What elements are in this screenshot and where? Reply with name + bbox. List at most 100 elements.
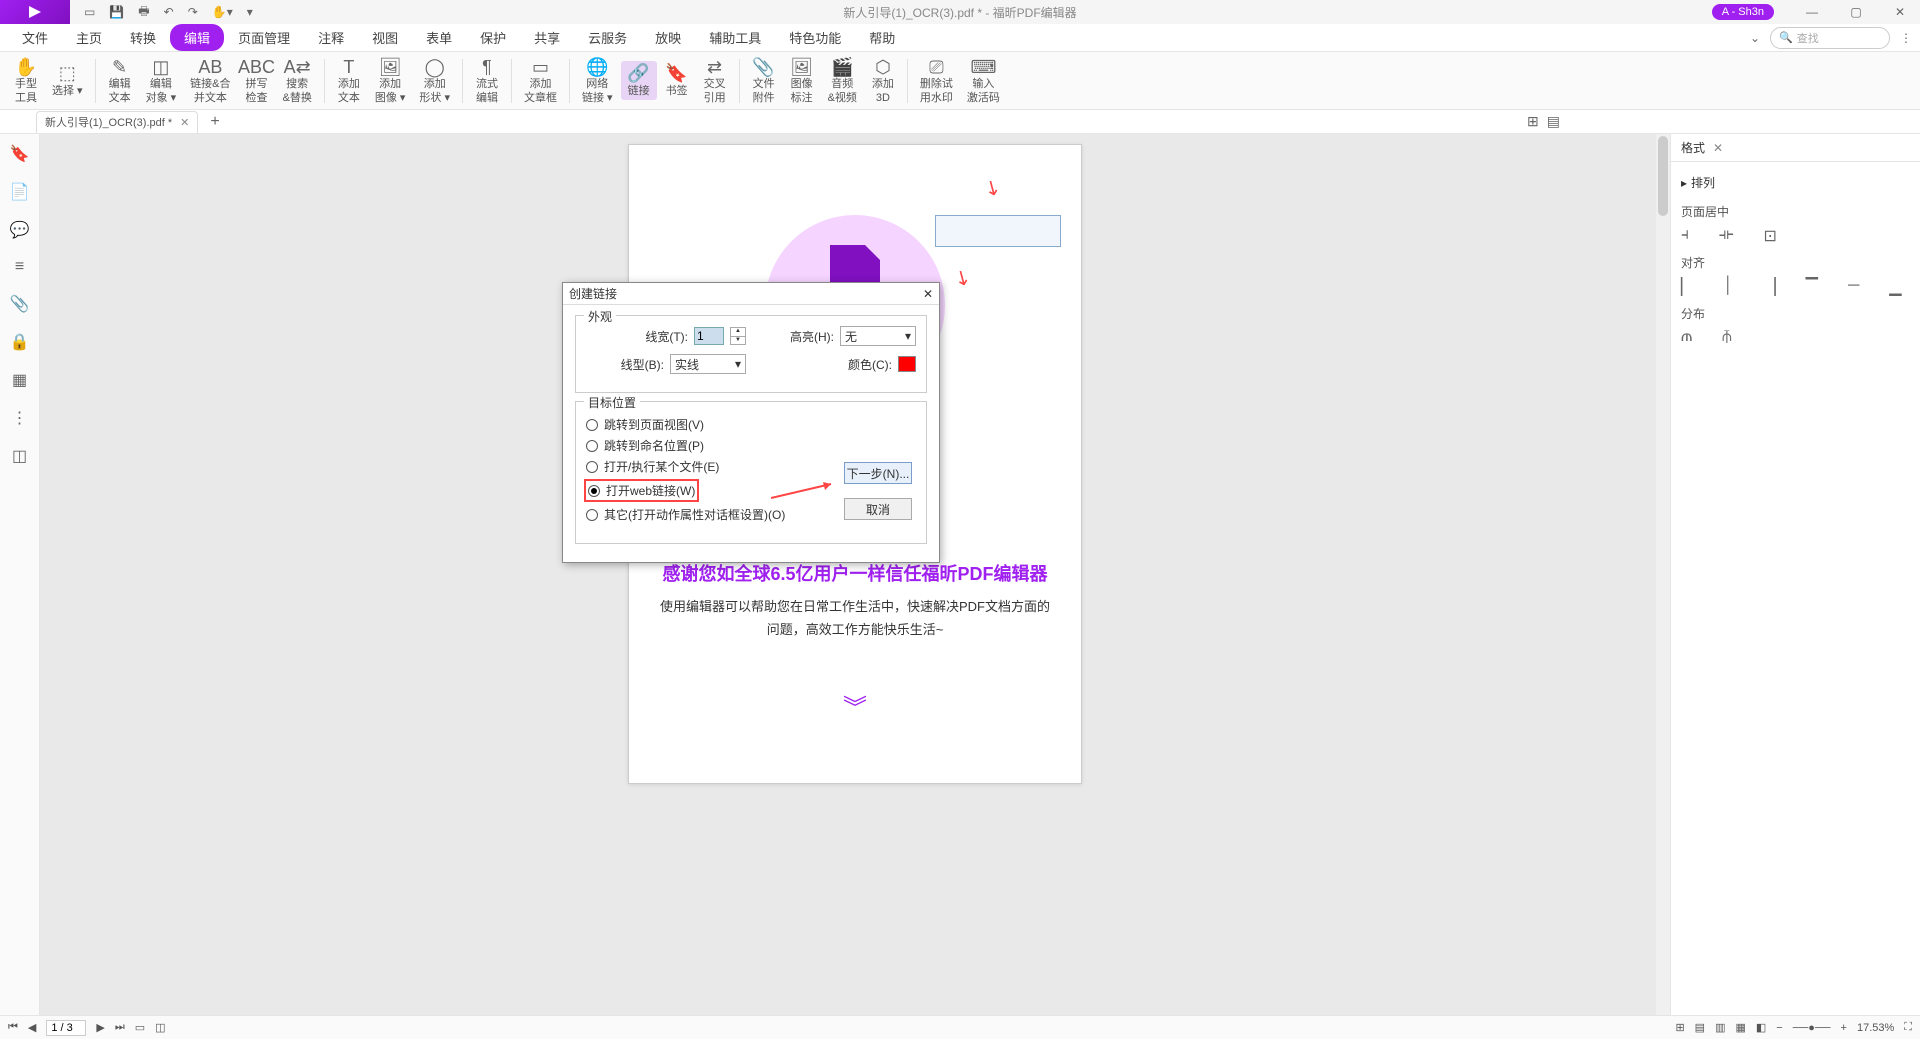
- zoom-value[interactable]: 17.53%: [1857, 1022, 1894, 1034]
- minimize-button[interactable]: —: [1792, 0, 1832, 24]
- menu-item-4[interactable]: 页面管理: [224, 24, 304, 51]
- nav-icon[interactable]: ◫: [155, 1021, 165, 1034]
- sidebar-icon[interactable]: ≡: [15, 258, 24, 276]
- qat-open-icon[interactable]: ▭: [84, 5, 95, 19]
- distribute-h-icon[interactable]: ⫙: [1681, 328, 1692, 346]
- last-page-icon[interactable]: ⏭: [115, 1021, 125, 1034]
- ribbon-button[interactable]: ⬡添加 3D: [865, 54, 901, 106]
- ribbon-button[interactable]: ◯添加 形状 ▾: [413, 54, 456, 106]
- sidebar-icon[interactable]: ⋮: [12, 408, 28, 428]
- sidebar-icon[interactable]: 📎: [10, 294, 30, 314]
- view-mode-icon[interactable]: ▤: [1695, 1021, 1705, 1034]
- center-h-icon[interactable]: ⫞: [1681, 226, 1689, 246]
- menu-item-1[interactable]: 主页: [62, 24, 116, 51]
- menu-item-6[interactable]: 视图: [358, 24, 412, 51]
- sidebar-icon[interactable]: 🔒: [10, 332, 30, 352]
- close-button[interactable]: ✕: [1880, 0, 1920, 24]
- next-button[interactable]: 下一步(N)...: [844, 462, 912, 484]
- sidebar-icon[interactable]: 💬: [10, 220, 30, 240]
- distribute-v-icon[interactable]: ⫚: [1722, 328, 1732, 346]
- center-v-icon[interactable]: ⟛: [1719, 226, 1734, 246]
- qat-save-icon[interactable]: 💾: [109, 5, 124, 19]
- user-badge[interactable]: A - Sh3n: [1712, 4, 1774, 20]
- highlight-combo[interactable]: 无▾: [840, 326, 916, 346]
- sidebar-icon[interactable]: 📄: [10, 182, 30, 202]
- ribbon-button[interactable]: 🔗链接: [621, 61, 657, 100]
- align-left-icon[interactable]: ▏: [1681, 277, 1693, 297]
- ribbon-button[interactable]: A⇄搜索 &替换: [277, 54, 318, 106]
- menu-item-12[interactable]: 辅助工具: [695, 24, 775, 51]
- zoom-out-icon[interactable]: −: [1776, 1022, 1782, 1034]
- align-middle-icon[interactable]: ─: [1848, 277, 1859, 297]
- ribbon-button[interactable]: 📎文件 附件: [746, 54, 782, 106]
- ribbon-button[interactable]: ✎编辑 文本: [102, 54, 138, 106]
- menu-item-9[interactable]: 共享: [520, 24, 574, 51]
- maximize-button[interactable]: ▢: [1836, 0, 1876, 24]
- align-center-icon[interactable]: │: [1723, 277, 1733, 297]
- grid-view-icon[interactable]: ⊞: [1527, 113, 1539, 130]
- line-width-spinner[interactable]: ▲▼: [730, 327, 746, 345]
- line-width-input[interactable]: [694, 327, 724, 345]
- page-number-input[interactable]: [46, 1020, 86, 1036]
- menu-item-13[interactable]: 特色功能: [775, 24, 855, 51]
- menu-item-7[interactable]: 表单: [412, 24, 466, 51]
- align-top-icon[interactable]: ▔: [1806, 277, 1818, 297]
- search-input[interactable]: 🔍 查找: [1770, 27, 1890, 49]
- sidebar-icon[interactable]: ◫: [12, 446, 27, 466]
- next-page-icon[interactable]: ▶: [96, 1021, 104, 1034]
- line-style-combo[interactable]: 实线▾: [670, 354, 746, 374]
- menu-item-14[interactable]: 帮助: [855, 24, 909, 51]
- qat-more-icon[interactable]: ▾: [247, 5, 253, 19]
- help-icon[interactable]: ⋮: [1900, 31, 1912, 45]
- qat-redo-icon[interactable]: ↷: [188, 5, 198, 19]
- menu-item-0[interactable]: 文件: [8, 24, 62, 51]
- qat-undo-icon[interactable]: ↶: [164, 5, 174, 19]
- panel-section-arrange[interactable]: ▸ 排列: [1681, 170, 1910, 195]
- color-picker[interactable]: [898, 356, 916, 372]
- first-page-icon[interactable]: ⏮: [8, 1021, 18, 1034]
- menu-item-10[interactable]: 云服务: [574, 24, 641, 51]
- view-mode-icon[interactable]: ▦: [1735, 1021, 1745, 1034]
- ribbon-button[interactable]: ✋手型 工具: [8, 54, 44, 106]
- target-radio-0[interactable]: 跳转到页面视图(V): [586, 416, 916, 433]
- fullscreen-icon[interactable]: ⛶: [1904, 1021, 1912, 1034]
- ribbon-button[interactable]: ⇄交叉 引用: [697, 54, 733, 106]
- vertical-scrollbar[interactable]: [1656, 134, 1670, 1015]
- menu-item-5[interactable]: 注释: [304, 24, 358, 51]
- panel-view-icon[interactable]: ▤: [1547, 113, 1560, 130]
- document-canvas[interactable]: ↘ ↘ 感谢您如全球6.5亿用户一样信任福昕PDF编辑器 使用编辑器可以帮助您在…: [40, 134, 1670, 1015]
- menu-item-2[interactable]: 转换: [116, 24, 170, 51]
- align-bottom-icon[interactable]: ▁: [1889, 277, 1901, 297]
- menu-item-3[interactable]: 编辑: [170, 24, 224, 51]
- menu-item-8[interactable]: 保护: [466, 24, 520, 51]
- prev-page-icon[interactable]: ◀: [28, 1021, 36, 1034]
- view-mode-icon[interactable]: ⊞: [1675, 1021, 1684, 1034]
- cancel-button[interactable]: 取消: [844, 498, 912, 520]
- view-mode-icon[interactable]: ◧: [1756, 1021, 1766, 1034]
- ribbon-button[interactable]: ⎚删除试 用水印: [914, 54, 959, 106]
- nav-icon[interactable]: ▭: [135, 1021, 145, 1034]
- ribbon-button[interactable]: ◫编辑 对象 ▾: [140, 54, 183, 106]
- dialog-close-icon[interactable]: ✕: [923, 287, 933, 301]
- ribbon-button[interactable]: ⬚选择 ▾: [46, 61, 89, 100]
- document-tab[interactable]: 新人引导(1)_OCR(3).pdf * ✕: [36, 111, 198, 133]
- target-radio-1[interactable]: 跳转到命名位置(P): [586, 437, 916, 454]
- ribbon-button[interactable]: ABC拼写 检查: [239, 54, 275, 106]
- center-both-icon[interactable]: ⊡: [1764, 226, 1777, 246]
- menu-item-11[interactable]: 放映: [641, 24, 695, 51]
- collapse-ribbon-icon[interactable]: ⌄: [1750, 31, 1760, 45]
- link-annotation-box[interactable]: [935, 215, 1061, 247]
- sidebar-icon[interactable]: 🔖: [10, 144, 30, 164]
- zoom-slider[interactable]: ──●──: [1793, 1022, 1831, 1034]
- ribbon-button[interactable]: 🖼添加 图像 ▾: [369, 54, 412, 106]
- target-radio-3[interactable]: 打开web链接(W): [584, 479, 699, 502]
- align-right-icon[interactable]: ▕: [1763, 277, 1775, 297]
- panel-tab-close-icon[interactable]: ✕: [1713, 141, 1723, 155]
- tab-close-icon[interactable]: ✕: [180, 116, 189, 129]
- ribbon-button[interactable]: 🌐网络 链接 ▾: [576, 54, 619, 106]
- qat-hand-icon[interactable]: ✋▾: [212, 5, 233, 19]
- ribbon-button[interactable]: 🖼图像 标注: [784, 54, 820, 106]
- ribbon-button[interactable]: ▭添加 文章框: [518, 54, 563, 106]
- view-mode-icon[interactable]: ▥: [1715, 1021, 1725, 1034]
- ribbon-button[interactable]: T添加 文本: [331, 54, 367, 106]
